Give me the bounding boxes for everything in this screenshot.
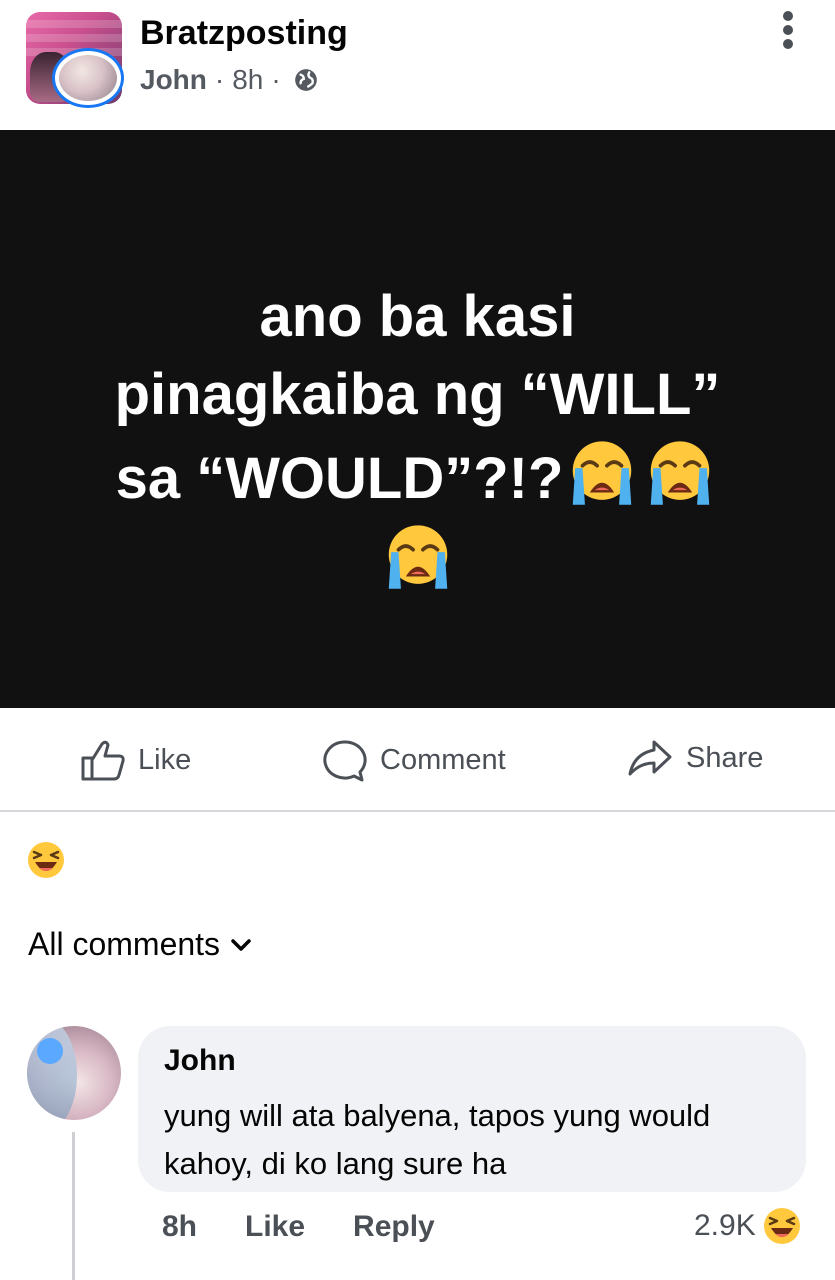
comment-button[interactable]: Comment bbox=[320, 738, 506, 782]
author-name[interactable]: John bbox=[140, 64, 207, 96]
comment-author[interactable]: John bbox=[164, 1044, 236, 1078]
comment-label: Comment bbox=[380, 743, 506, 776]
post-action-bar: Like Comment Share bbox=[0, 708, 835, 812]
all-comments-filter[interactable]: All comments bbox=[28, 926, 252, 963]
like-button[interactable]: Like bbox=[80, 738, 191, 782]
post-header: Bratzposting John · 8h · bbox=[0, 0, 835, 130]
comment-avatar[interactable] bbox=[27, 1026, 121, 1120]
post-meta: John · 8h · bbox=[140, 64, 319, 96]
post-image[interactable]: ano ba kasi pinagkaiba ng “WILL” sa “WOU… bbox=[0, 130, 835, 708]
meta-separator: · bbox=[214, 64, 225, 95]
laughing-face-icon bbox=[762, 1206, 801, 1246]
thumbs-up-icon bbox=[81, 740, 125, 781]
post-time[interactable]: 8h bbox=[232, 64, 263, 96]
share-icon bbox=[628, 740, 672, 776]
comment-like-button[interactable]: Like bbox=[245, 1210, 305, 1244]
comment-reactions[interactable]: 2.9K bbox=[694, 1206, 802, 1246]
comment-bubble[interactable]: John yung will ata balyena, tapos yung w… bbox=[138, 1026, 806, 1192]
meta-separator-2: · bbox=[271, 64, 281, 95]
image-text-line-2: pinagkaiba ng “WILL” bbox=[114, 362, 721, 427]
comment-time[interactable]: 8h bbox=[162, 1210, 197, 1244]
all-comments-label: All comments bbox=[28, 926, 221, 962]
image-text-line-3: sa “WOULD”?!? bbox=[0, 434, 835, 518]
group-name[interactable]: Bratzposting bbox=[140, 14, 348, 53]
crying-face-icon bbox=[386, 523, 449, 591]
comment-reply-button[interactable]: Reply bbox=[353, 1210, 435, 1244]
author-avatar[interactable] bbox=[52, 48, 124, 108]
share-button[interactable]: Share bbox=[626, 738, 763, 778]
comment-text: yung will ata balyena, tapos yung would … bbox=[164, 1098, 711, 1181]
image-text-line-1: ano ba kasi bbox=[259, 284, 576, 349]
image-text-line-4 bbox=[0, 518, 835, 602]
comment-icon bbox=[323, 740, 367, 782]
comment-reaction-count: 2.9K bbox=[694, 1209, 756, 1242]
crying-face-icon bbox=[649, 439, 712, 507]
like-label: Like bbox=[138, 743, 192, 776]
post-image-text: ano ba kasi pinagkaiba ng “WILL” sa “WOU… bbox=[0, 278, 835, 602]
more-options-icon[interactable] bbox=[776, 8, 800, 52]
thread-line bbox=[72, 1132, 75, 1280]
globe-icon bbox=[294, 69, 317, 91]
chevron-down-icon bbox=[231, 938, 251, 951]
share-label: Share bbox=[686, 741, 764, 774]
laughing-face-icon[interactable] bbox=[26, 840, 66, 880]
comment-actions: 8h Like Reply bbox=[162, 1210, 435, 1244]
image-text-line-3-text: sa “WOULD”?!? bbox=[115, 446, 564, 511]
crying-face-icon bbox=[571, 439, 634, 507]
